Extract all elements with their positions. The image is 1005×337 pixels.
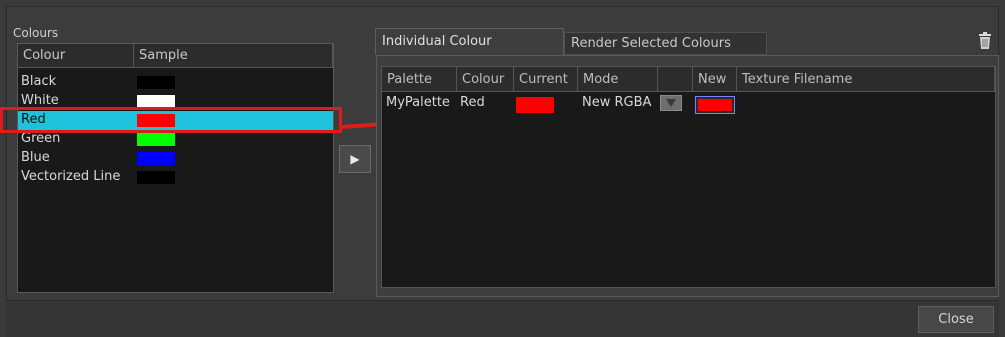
colour-name: Vectorized Line [21,169,121,184]
overrides-table: Palette Colour Current Mode New Texture … [381,66,996,288]
colour-name: White [21,93,59,108]
tab-render-selected-colours-only[interactable]: Render Selected Colours Only [564,32,767,72]
colour-row-vectorized-line[interactable]: Vectorized Line [18,168,333,187]
current-colour-swatch [516,97,554,113]
override-palette-cell[interactable]: MyPalette [386,95,456,110]
texture-filename-column-header[interactable]: Texture Filename [737,67,995,92]
new-colour-swatch [698,99,732,111]
colour-sample-swatch [137,76,175,89]
colour-column-header[interactable]: Colour [18,44,134,68]
current-column-header[interactable]: Current [514,67,578,92]
trash-icon[interactable] [978,32,992,50]
colour-name: Black [21,74,57,89]
colour-row-blue[interactable]: Blue [18,149,333,168]
add-override-button[interactable]: ▶ [339,145,371,173]
colour-name: Blue [21,150,50,165]
colour-name: Green [21,131,61,146]
mode-value[interactable]: New RGBA [582,95,651,110]
sample-column-header[interactable]: Sample [134,44,333,68]
new-column-header[interactable]: New [693,67,737,92]
play-right-icon: ▶ [350,152,360,166]
palette-column-header[interactable]: Palette [382,67,457,92]
close-button[interactable]: Close [918,306,994,333]
colour-row-black[interactable]: Black [18,73,333,92]
footer-bar [6,300,999,337]
colour-sample-swatch [137,152,175,165]
colours-list: Colour Sample Black White Red Green Blue… [17,43,334,293]
colour-sample-swatch [137,133,175,146]
new-colour-picker[interactable] [695,96,735,114]
blank-column-header[interactable] [658,67,693,92]
selection-highlight-annotation [0,107,342,133]
mode-column-header[interactable]: Mode [578,67,658,92]
colour-sample-swatch [137,171,175,184]
override-colour-cell[interactable]: Red [460,95,485,110]
colours-group-label: Colours [13,26,59,40]
mode-dropdown-button[interactable] [660,95,682,111]
chevron-down-icon [666,99,676,107]
tab-individual-colour-overrides[interactable]: Individual Colour Overrides [375,28,564,74]
colour-column-header[interactable]: Colour [457,67,514,92]
